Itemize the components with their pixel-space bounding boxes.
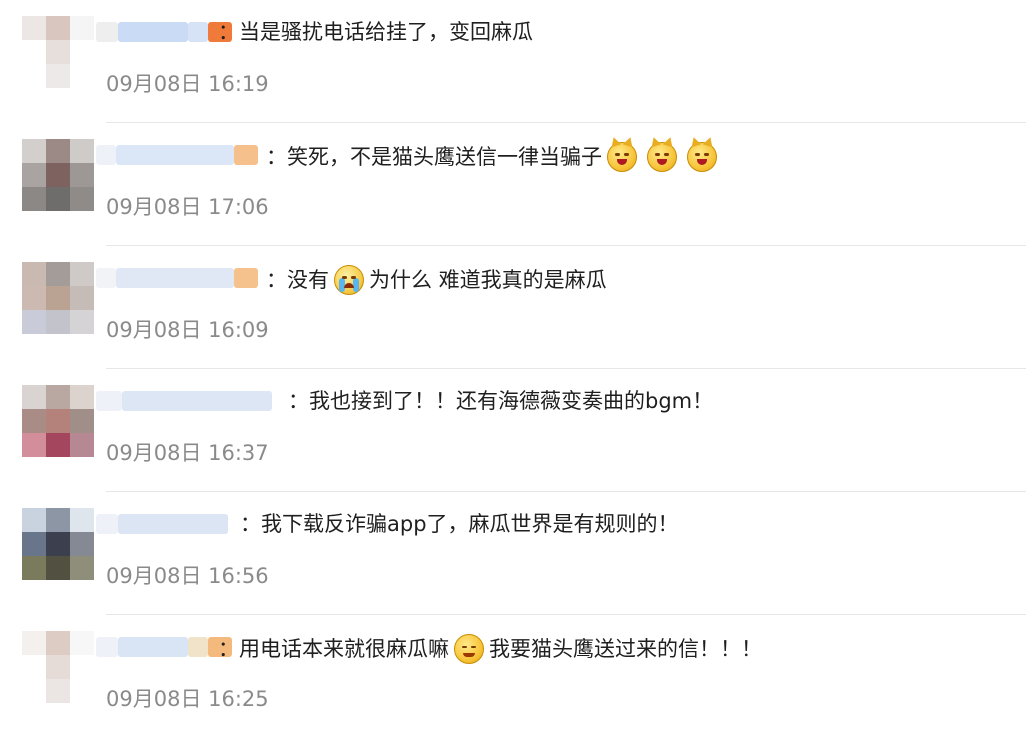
username-blurred[interactable]: [96, 389, 272, 413]
avatar[interactable]: [22, 262, 94, 334]
comment-item: ：我也接到了！！还有海德薇变奏曲的bgm！ 09月08日 16:37: [0, 369, 1026, 492]
timestamp: 09月08日 16:25: [106, 687, 269, 711]
cat-emoji-icon: [647, 142, 677, 172]
avatar[interactable]: [22, 385, 94, 457]
cat-emoji-icon: [607, 142, 637, 172]
username-blurred[interactable]: [96, 635, 232, 659]
comment-item: ：笑死，不是猫头鹰送信一律当骗子 09月08日 17:06: [0, 123, 1026, 246]
comment-text: ：没有 为什么 难道我真的是麻瓜: [266, 265, 607, 295]
timestamp: 09月08日 17:06: [106, 195, 269, 219]
username-blurred[interactable]: [96, 512, 228, 536]
username-blurred[interactable]: [96, 143, 258, 167]
comment-text: ：当是骚扰电话给挂了，变回麻瓜: [218, 19, 533, 45]
crying-emoji-icon: [334, 265, 364, 295]
timestamp: 09月08日 16:09: [106, 318, 269, 342]
comment-text: ：笑死，不是猫头鹰送信一律当骗子: [266, 142, 722, 172]
comment-text: ：用电话本来就很麻瓜嘛 我要猫头鹰送过来的信！！！: [218, 634, 762, 664]
username-blurred[interactable]: [96, 266, 258, 290]
comment-text-part: 为什么 难道我真的是麻瓜: [369, 268, 607, 292]
comment-text-part: ：我也接到了！！还有海德薇变奏曲的bgm！: [288, 389, 714, 413]
timestamp: 09月08日 16:37: [106, 441, 269, 465]
comment-text-part: ：用电话本来就很麻瓜嘛: [218, 637, 449, 661]
comment-text-part: ：我下载反诈骗app了，麻瓜世界是有规则的！: [240, 512, 679, 536]
comment-text-part: ：笑死，不是猫头鹰送信一律当骗子: [266, 145, 602, 169]
comment-text-part: 我要猫头鹰送过来的信！！！: [489, 637, 762, 661]
comment-text-part: ：当是骚扰电话给挂了，变回麻瓜: [218, 20, 533, 44]
comment-item: ：用电话本来就很麻瓜嘛 我要猫头鹰送过来的信！！！ 09月08日 16:25: [0, 615, 1026, 738]
avatar[interactable]: [22, 631, 94, 703]
comment-text: ：我下载反诈骗app了，麻瓜世界是有规则的！: [240, 511, 679, 537]
username-blurred[interactable]: [96, 20, 232, 44]
avatar[interactable]: [22, 508, 94, 580]
timestamp: 09月08日 16:56: [106, 564, 269, 588]
timestamp: 09月08日 16:19: [106, 72, 269, 96]
comment-item: ：当是骚扰电话给挂了，变回麻瓜 09月08日 16:19: [0, 0, 1026, 123]
sly-grin-emoji-icon: [454, 634, 484, 664]
avatar[interactable]: [22, 139, 94, 211]
avatar[interactable]: [22, 16, 94, 88]
comment-item: ：没有 为什么 难道我真的是麻瓜 09月08日 16:09: [0, 246, 1026, 369]
comment-text: ：我也接到了！！还有海德薇变奏曲的bgm！: [288, 388, 713, 414]
comment-item: ：我下载反诈骗app了，麻瓜世界是有规则的！ 09月08日 16:56: [0, 492, 1026, 615]
comment-text-part: ：没有: [266, 268, 329, 292]
cat-emoji-icon: [687, 142, 717, 172]
comment-list: ：当是骚扰电话给挂了，变回麻瓜 09月08日 16:19 ：笑死，不是猫头鹰送信…: [0, 0, 1026, 738]
